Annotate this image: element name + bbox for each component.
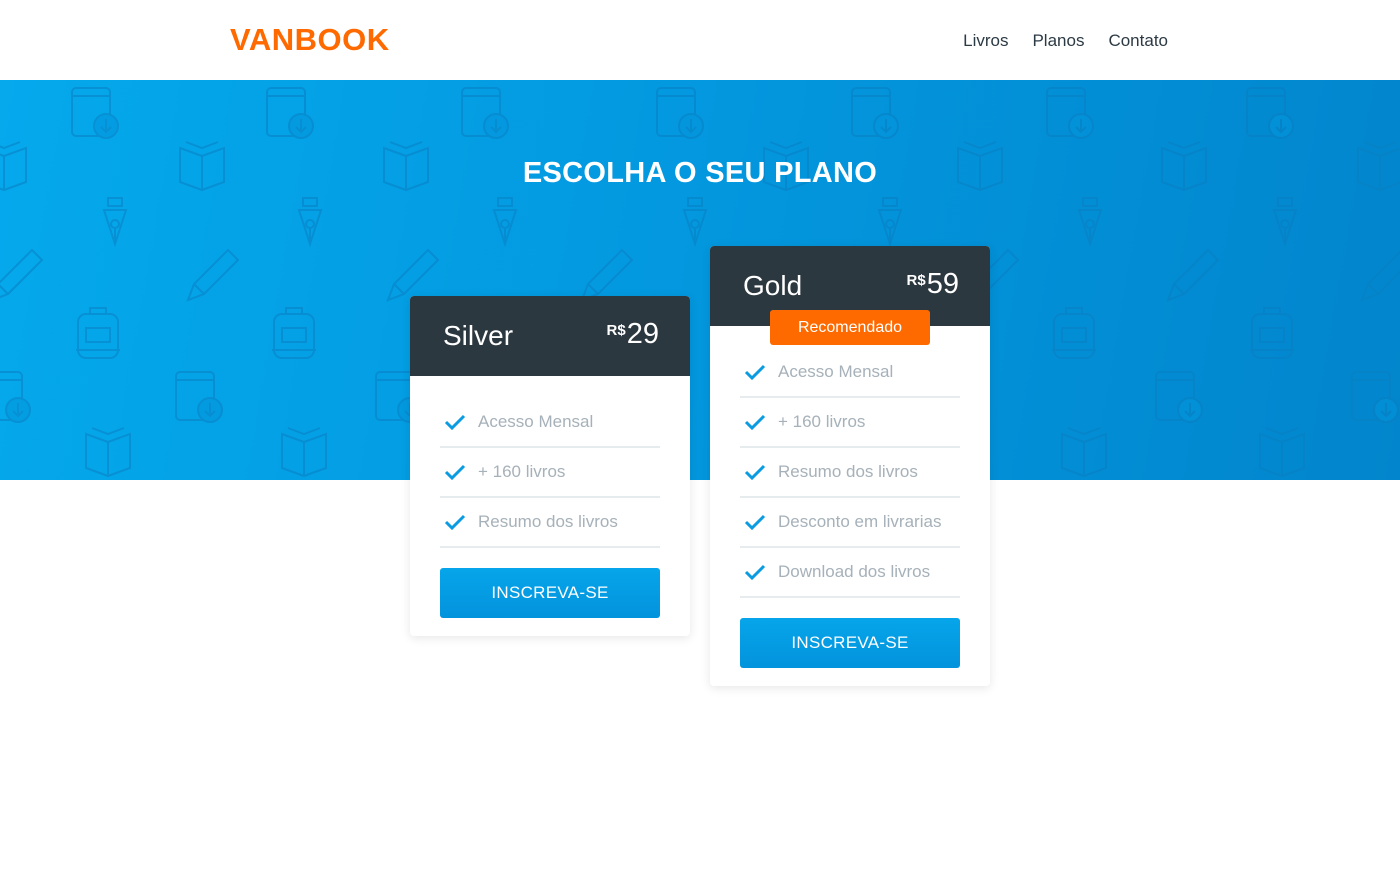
feature-label: Resumo dos livros [778,462,918,481]
feature-label: Desconto em livrarias [778,512,942,531]
feature-item: + 160 livros [740,398,960,448]
plan-card-header: Silver R$ 29 [410,296,690,376]
check-icon [744,414,766,430]
plan-card-header: Gold R$ 59 Recomendado [710,246,990,345]
feature-label: + 160 livros [478,462,566,481]
feature-label: Download dos livros [778,562,931,581]
nav-link-contato[interactable]: Contato [1108,31,1168,51]
subscribe-button-gold[interactable]: INSCREVA-SE [740,618,960,668]
main-nav: Livros Planos Contato [963,31,1168,51]
page-title: ESCOLHA O SEU PLANO [522,157,878,189]
nav-link-livros[interactable]: Livros [963,31,1008,51]
feature-list: Acesso Mensal + 160 livros Resumo dos li… [440,376,660,548]
vanbook-logo[interactable]: VANBOOK [230,22,390,58]
check-icon [444,514,466,530]
feature-item: Desconto em livrarias [740,498,960,548]
hero-icon-pattern [0,87,1400,477]
feature-item: Acesso Mensal [440,398,660,448]
nav-link-planos[interactable]: Planos [1032,31,1084,51]
check-icon [744,364,766,380]
check-icon [444,414,466,430]
feature-label: Resumo dos livros [478,512,618,531]
feature-item: Download dos livros [740,548,960,598]
check-icon [744,564,766,580]
subscribe-button-silver[interactable]: INSCREVA-SE [440,568,660,618]
feature-item: Resumo dos livros [740,448,960,498]
feature-item: Resumo dos livros [440,498,660,548]
feature-label: Acesso Mensal [478,412,594,431]
price-value: 59 [926,268,959,300]
plan-name: Silver [443,320,514,351]
plan-card-gold: Gold R$ 59 Recomendado Acesso Mensal + 1… [710,246,990,686]
check-icon [744,514,766,530]
feature-list: Acesso Mensal + 160 livros Resumo dos li… [740,326,960,598]
feature-item: + 160 livros [440,448,660,498]
plan-name: Gold [743,270,803,301]
check-icon [444,464,466,480]
hero-banner: ESCOLHA O SEU PLANO [0,80,1400,480]
plan-price: R$ 29 [607,318,659,351]
recommended-badge: Recomendado [770,310,930,345]
price-value: 29 [626,318,659,350]
price-currency: R$ [906,272,926,289]
site-header: VANBOOK Livros Planos Contato [0,0,1400,80]
feature-label: + 160 livros [778,412,866,431]
plan-price: R$ 59 [907,268,959,301]
feature-item: Acesso Mensal [740,348,960,398]
check-icon [744,464,766,480]
price-currency: R$ [606,322,626,339]
plan-card-silver: Silver R$ 29 Acesso Mensal + 160 livros … [410,296,690,636]
feature-label: Acesso Mensal [778,362,894,381]
